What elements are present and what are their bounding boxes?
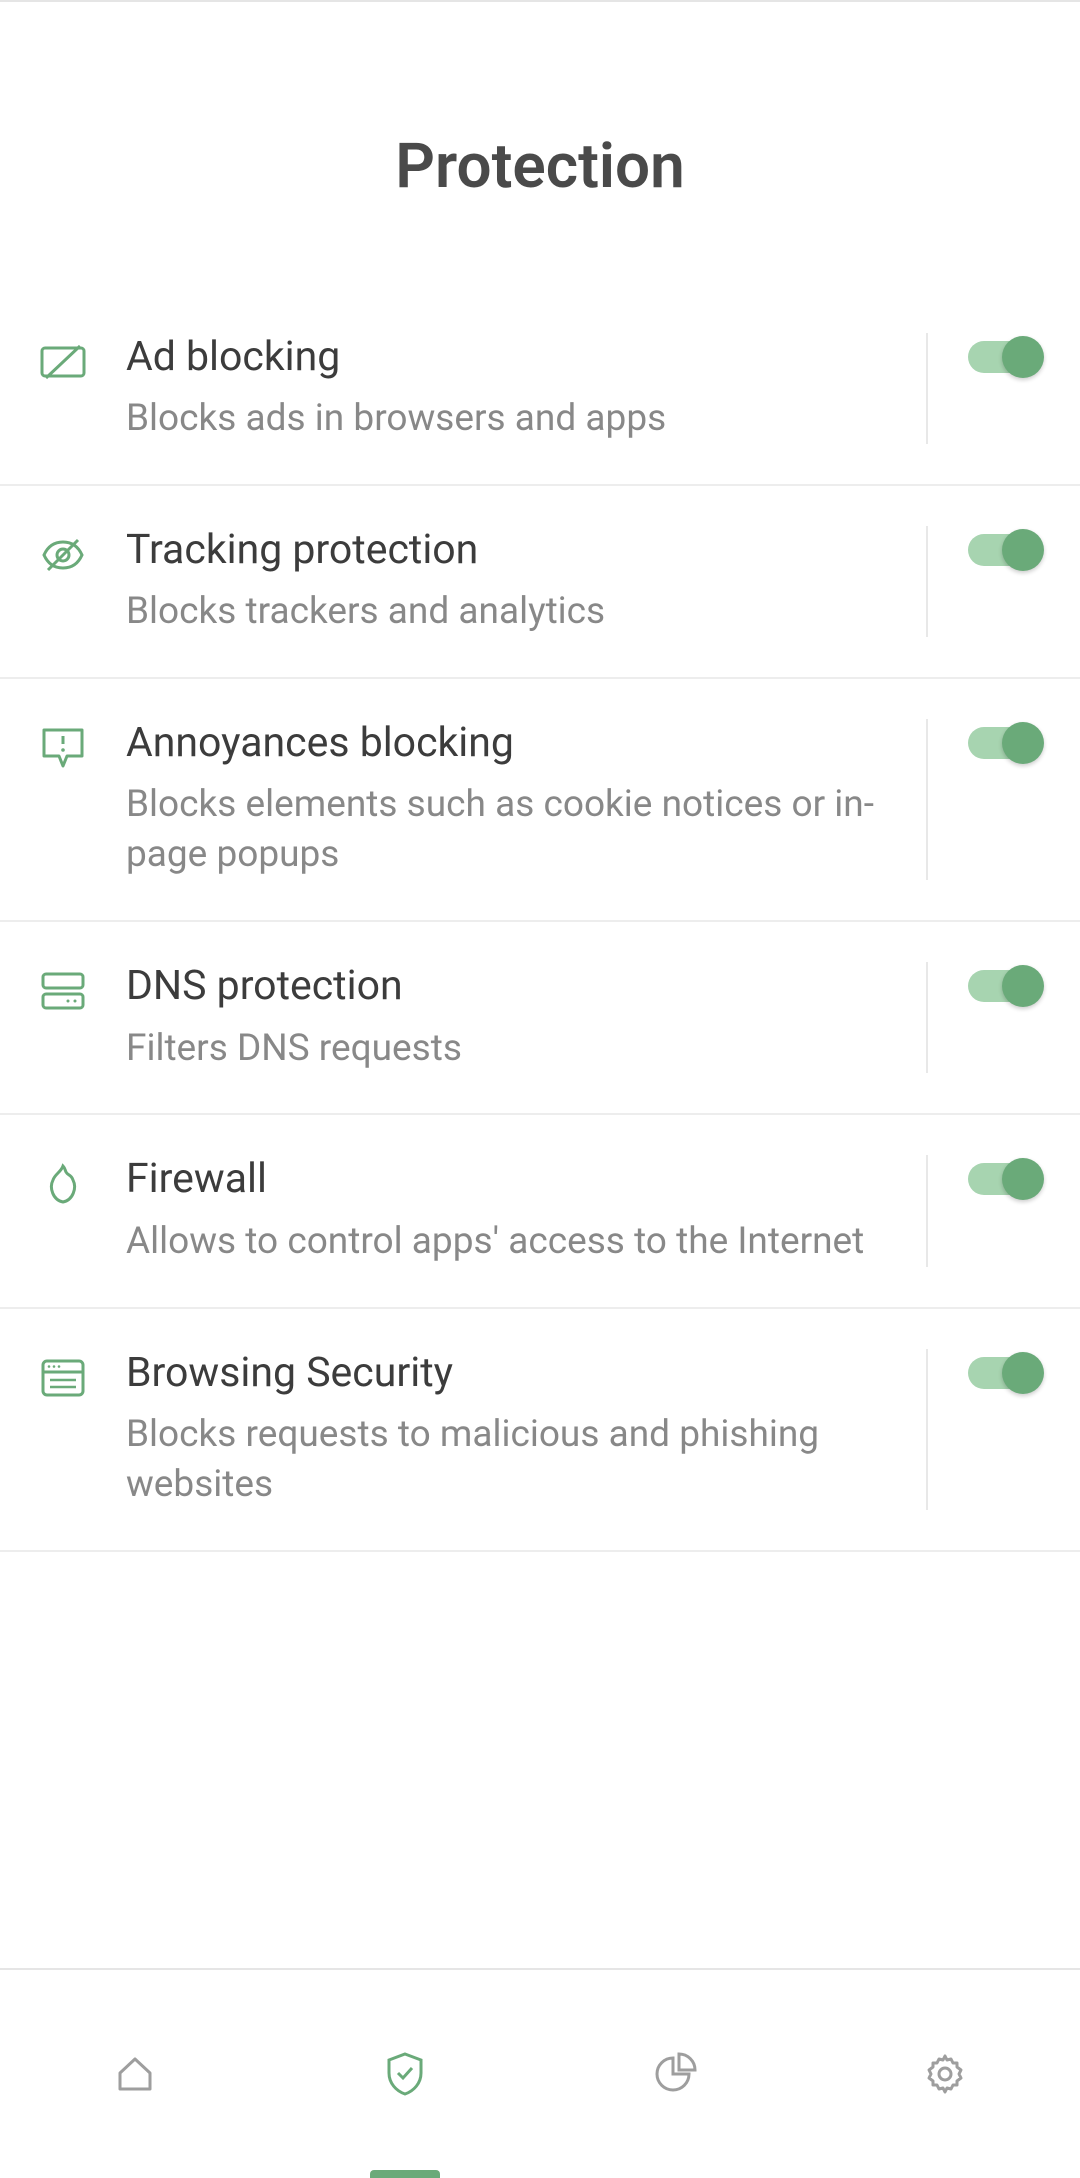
item-title: Tracking protection <box>126 526 896 575</box>
item-content: DNS protection Filters DNS requests <box>126 962 926 1073</box>
toggle-thumb <box>1002 1158 1044 1200</box>
toggle-thumb <box>1002 529 1044 571</box>
browser-icon <box>40 1355 86 1401</box>
eye-slash-icon <box>40 532 86 578</box>
divider <box>926 1155 928 1266</box>
toggle-browsing-security[interactable] <box>968 1357 1040 1389</box>
shield-check-icon <box>382 2051 428 2097</box>
nav-indicator <box>370 2170 440 2178</box>
item-content: Annoyances blocking Blocks elements such… <box>126 719 926 880</box>
item-description: Blocks trackers and analytics <box>126 587 896 637</box>
toggle-thumb <box>1002 965 1044 1007</box>
item-content: Firewall Allows to control apps' access … <box>126 1155 926 1266</box>
item-description: Allows to control apps' access to the In… <box>126 1217 896 1267</box>
item-title: Browsing Security <box>126 1349 896 1398</box>
divider <box>926 333 928 444</box>
divider <box>926 1349 928 1510</box>
list-item-browsing-security[interactable]: Browsing Security Blocks requests to mal… <box>0 1309 1080 1552</box>
nav-protection[interactable] <box>270 1970 540 2178</box>
list-item-ad-blocking[interactable]: Ad blocking Blocks ads in browsers and a… <box>0 293 1080 486</box>
item-description: Blocks ads in browsers and apps <box>126 394 896 444</box>
adblock-icon <box>40 339 86 385</box>
item-title: DNS protection <box>126 962 896 1011</box>
item-content: Ad blocking Blocks ads in browsers and a… <box>126 333 926 444</box>
item-description: Blocks requests to malicious and phishin… <box>126 1410 896 1510</box>
toggle-firewall[interactable] <box>968 1163 1040 1195</box>
nav-home[interactable] <box>0 1970 270 2178</box>
item-title: Ad blocking <box>126 333 896 382</box>
item-title: Annoyances blocking <box>126 719 896 768</box>
toggle-tracking[interactable] <box>968 534 1040 566</box>
firewall-icon <box>40 1161 86 1207</box>
list-item-dns[interactable]: DNS protection Filters DNS requests <box>0 922 1080 1115</box>
toggle-thumb <box>1002 1352 1044 1394</box>
item-title: Firewall <box>126 1155 896 1204</box>
toggle-thumb <box>1002 722 1044 764</box>
page-title: Protection <box>0 130 1080 203</box>
page-header: Protection <box>0 2 1080 293</box>
list-item-tracking[interactable]: Tracking protection Blocks trackers and … <box>0 486 1080 679</box>
pie-chart-icon <box>652 2051 698 2097</box>
item-description: Filters DNS requests <box>126 1024 896 1074</box>
list-item-annoyances[interactable]: Annoyances blocking Blocks elements such… <box>0 679 1080 922</box>
gear-icon <box>922 2051 968 2097</box>
toggle-annoyances[interactable] <box>968 727 1040 759</box>
nav-settings[interactable] <box>810 1970 1080 2178</box>
bottom-navigation <box>0 1968 1080 2178</box>
nav-stats[interactable] <box>540 1970 810 2178</box>
item-description: Blocks elements such as cookie notices o… <box>126 780 896 880</box>
annoyance-icon <box>40 725 86 771</box>
item-content: Tracking protection Blocks trackers and … <box>126 526 926 637</box>
toggle-thumb <box>1002 336 1044 378</box>
divider <box>926 962 928 1073</box>
list-item-firewall[interactable]: Firewall Allows to control apps' access … <box>0 1115 1080 1308</box>
home-icon <box>112 2051 158 2097</box>
protection-list: Ad blocking Blocks ads in browsers and a… <box>0 293 1080 1552</box>
toggle-ad-blocking[interactable] <box>968 341 1040 373</box>
dns-icon <box>40 968 86 1014</box>
item-content: Browsing Security Blocks requests to mal… <box>126 1349 926 1510</box>
divider <box>926 719 928 880</box>
toggle-dns[interactable] <box>968 970 1040 1002</box>
divider <box>926 526 928 637</box>
